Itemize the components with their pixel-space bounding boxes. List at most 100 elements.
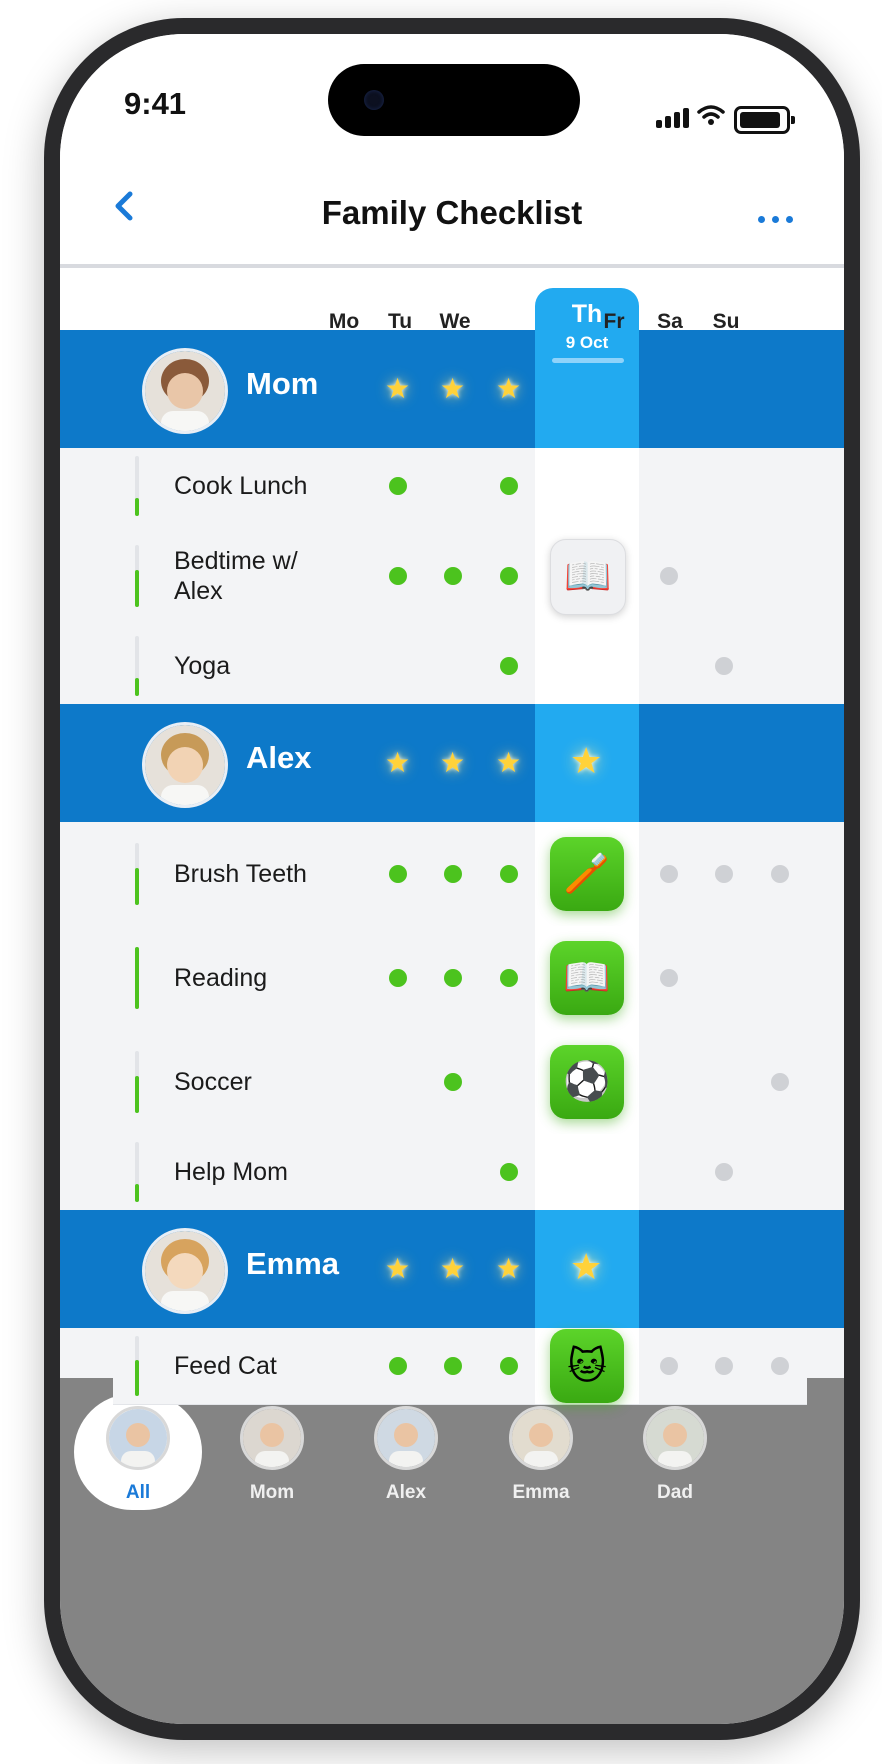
task-row[interactable]: Brush Teeth 🪥 bbox=[113, 822, 807, 927]
task-icon: 📖 bbox=[563, 957, 611, 999]
done-dot[interactable] bbox=[500, 969, 518, 987]
tab-label: Alex bbox=[385, 1482, 427, 1503]
progress-fill bbox=[135, 498, 139, 516]
person-row-alex[interactable]: Alex ★ ★ ★ ★ bbox=[60, 704, 844, 822]
battery-icon bbox=[734, 106, 795, 134]
pending-dot[interactable] bbox=[715, 1163, 733, 1181]
done-dot[interactable] bbox=[500, 657, 518, 675]
done-dot[interactable] bbox=[389, 1357, 407, 1375]
progress-fill bbox=[135, 678, 139, 696]
tab-mom[interactable]: Mom bbox=[222, 1406, 322, 1504]
task-name: Bedtime w/ Alex bbox=[174, 547, 298, 605]
task-name: Feed Cat bbox=[174, 1352, 277, 1380]
done-dot[interactable] bbox=[389, 865, 407, 883]
star-icon: ★ bbox=[385, 747, 411, 778]
done-dot[interactable] bbox=[444, 865, 462, 883]
done-dot[interactable] bbox=[500, 477, 518, 495]
more-button[interactable] bbox=[758, 210, 800, 228]
done-dot[interactable] bbox=[500, 865, 518, 883]
pending-dot[interactable] bbox=[771, 1357, 789, 1375]
task-badge[interactable]: 🪥 bbox=[550, 837, 624, 911]
progress-fill bbox=[135, 1076, 139, 1113]
avatar bbox=[240, 1406, 304, 1470]
done-dot[interactable] bbox=[500, 1163, 518, 1181]
avatar bbox=[142, 722, 228, 808]
task-row[interactable]: Yoga bbox=[113, 628, 807, 705]
day-label: Th bbox=[571, 300, 603, 328]
done-dot[interactable] bbox=[444, 1357, 462, 1375]
person-row-emma[interactable]: Emma ★ ★ ★ ★ bbox=[60, 1210, 844, 1328]
today-cell bbox=[535, 628, 639, 704]
avatar bbox=[106, 1406, 170, 1470]
done-dot[interactable] bbox=[500, 1357, 518, 1375]
person-name: Mom bbox=[246, 366, 319, 401]
today-indicator bbox=[552, 358, 624, 363]
pending-dot[interactable] bbox=[660, 1357, 678, 1375]
tab-dad[interactable]: Dad bbox=[625, 1406, 725, 1504]
wifi-icon bbox=[697, 105, 725, 125]
pending-dot[interactable] bbox=[660, 865, 678, 883]
status-bar: 9:41 bbox=[60, 34, 844, 154]
camera-icon bbox=[364, 90, 384, 110]
progress-fill bbox=[135, 1184, 139, 1202]
status-time: 9:41 bbox=[124, 86, 187, 121]
signal-icon bbox=[656, 108, 692, 128]
task-row[interactable]: Help Mom bbox=[113, 1134, 807, 1211]
avatar bbox=[643, 1406, 707, 1470]
pending-dot[interactable] bbox=[715, 865, 733, 883]
done-dot[interactable] bbox=[389, 477, 407, 495]
task-name: Cook Lunch bbox=[174, 472, 308, 500]
tab-label: Dad bbox=[657, 1482, 693, 1503]
star-icon: ★ bbox=[496, 1253, 522, 1284]
task-name: Soccer bbox=[174, 1068, 252, 1096]
day-date: 9 Oct bbox=[565, 333, 609, 352]
task-row[interactable]: Feed Cat 🐱 bbox=[113, 1328, 807, 1405]
avatar bbox=[374, 1406, 438, 1470]
star-icon: ★ bbox=[440, 373, 466, 404]
star-icon: ★ bbox=[570, 740, 603, 781]
person-row-mom[interactable]: Mom ★ ★ ★ bbox=[60, 330, 844, 448]
avatar bbox=[142, 1228, 228, 1314]
pending-dot[interactable] bbox=[660, 969, 678, 987]
tab-label: Mom bbox=[249, 1482, 295, 1503]
done-dot[interactable] bbox=[389, 969, 407, 987]
task-name: Yoga bbox=[174, 652, 231, 680]
task-badge[interactable]: 📖 bbox=[550, 539, 626, 615]
pending-dot[interactable] bbox=[771, 1073, 789, 1091]
done-dot[interactable] bbox=[444, 567, 462, 585]
pending-dot[interactable] bbox=[771, 865, 789, 883]
progress-fill bbox=[135, 570, 139, 607]
task-name: Brush Teeth bbox=[174, 860, 307, 888]
task-row[interactable]: Soccer ⚽ bbox=[113, 1030, 807, 1135]
today-cell bbox=[535, 1134, 639, 1210]
task-row[interactable]: Cook Lunch bbox=[113, 448, 807, 525]
pending-dot[interactable] bbox=[715, 1357, 733, 1375]
pending-dot[interactable] bbox=[715, 657, 733, 675]
tab-alex[interactable]: Alex bbox=[356, 1406, 456, 1504]
done-dot[interactable] bbox=[389, 567, 407, 585]
nav-bar: Family Checklist bbox=[60, 154, 844, 268]
star-icon: ★ bbox=[570, 1246, 603, 1287]
star-icon: ★ bbox=[496, 747, 522, 778]
star-icon: ★ bbox=[440, 747, 466, 778]
person-name: Alex bbox=[246, 740, 312, 775]
done-dot[interactable] bbox=[444, 969, 462, 987]
person-name: Emma bbox=[246, 1246, 340, 1281]
star-icon: ★ bbox=[385, 1253, 411, 1284]
task-icon: 🐱 bbox=[567, 1345, 607, 1388]
today-cell bbox=[535, 448, 639, 524]
done-dot[interactable] bbox=[444, 1073, 462, 1091]
day-header-th[interactable]: Th 9 Oct bbox=[535, 300, 639, 353]
task-badge[interactable]: 📖 bbox=[550, 941, 624, 1015]
tab-emma[interactable]: Emma bbox=[491, 1406, 591, 1504]
task-badge[interactable]: ⚽ bbox=[550, 1045, 624, 1119]
avatar bbox=[142, 348, 228, 434]
task-badge[interactable]: 🐱 bbox=[550, 1329, 624, 1403]
tab-all[interactable]: All bbox=[88, 1406, 188, 1504]
pending-dot[interactable] bbox=[660, 567, 678, 585]
page-title: Family Checklist bbox=[321, 194, 583, 231]
task-name: Reading bbox=[174, 964, 268, 992]
done-dot[interactable] bbox=[500, 567, 518, 585]
task-row[interactable]: Bedtime w/ Alex 📖 bbox=[113, 524, 807, 629]
task-row[interactable]: Reading 📖 bbox=[113, 926, 807, 1031]
